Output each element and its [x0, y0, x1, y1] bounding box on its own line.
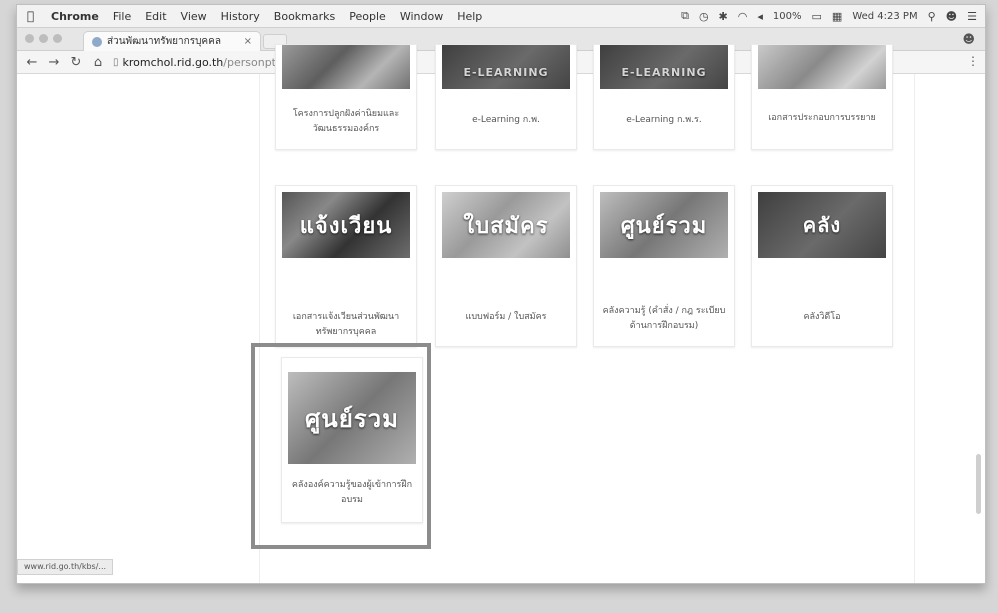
- card-lecture-documents[interactable]: เอกสารประกอบการบรรยาย: [751, 44, 893, 150]
- back-arrow-icon[interactable]: ←: [25, 55, 39, 70]
- macos-menu-bar:  Chrome File Edit View History Bookmark…: [17, 5, 985, 28]
- card-thumbnail: ศูนย์รวม: [600, 192, 728, 258]
- battery-icon[interactable]: ▭: [812, 10, 822, 23]
- chrome-menu-icon[interactable]: ⋮: [967, 54, 979, 68]
- spotlight-icon[interactable]: ⚲: [928, 10, 936, 23]
- menu-view[interactable]: View: [181, 10, 207, 23]
- menu-clock[interactable]: Wed 4:23 PM: [852, 11, 917, 22]
- card-thumbnail: [758, 45, 886, 89]
- card-thumbnail: คลัง: [758, 192, 886, 258]
- thumbnail-caption: แจ้งเวียน: [299, 213, 393, 239]
- minimize-window-button[interactable]: [39, 34, 48, 43]
- card-thumbnail: E-LEARNING: [442, 45, 570, 89]
- home-icon[interactable]: ⌂: [91, 55, 105, 70]
- vertical-scrollbar[interactable]: [976, 454, 981, 514]
- card-forms-applications[interactable]: ใบสมัคร แบบฟอร์ม / ใบสมัคร: [435, 185, 577, 347]
- menu-help[interactable]: Help: [457, 10, 482, 23]
- notification-center-icon[interactable]: ☰: [967, 10, 977, 23]
- card-label: แบบฟอร์ม / ใบสมัคร: [465, 312, 547, 322]
- input-flag-icon[interactable]: ▦: [832, 10, 842, 23]
- wifi-icon[interactable]: ◠: [738, 10, 748, 23]
- user-icon[interactable]: ☻: [946, 10, 957, 23]
- window-controls: [25, 34, 62, 43]
- menu-history[interactable]: History: [221, 10, 260, 23]
- thumbnail-caption: ศูนย์รวม: [620, 213, 708, 239]
- time-machine-icon[interactable]: ◷: [699, 10, 709, 23]
- bluetooth-icon[interactable]: ✱: [719, 10, 728, 23]
- status-bar-url: www.rid.go.th/kbs/...: [17, 559, 114, 575]
- battery-percentage[interactable]: 100%: [773, 11, 802, 22]
- menu-bookmarks[interactable]: Bookmarks: [274, 10, 335, 23]
- card-label: คลังวิดีโอ: [803, 312, 841, 322]
- card-elearning-opdc[interactable]: E-LEARNING e-Learning ก.พ.ร.: [593, 44, 735, 150]
- thumbnail-caption: คลัง: [802, 213, 842, 237]
- thumbnail-caption: E-LEARNING: [463, 65, 549, 79]
- site-favicon-icon: [92, 36, 102, 47]
- web-page: โครงการปลูกฝังค่านิยมและวัฒนธรรมองค์กร E…: [17, 44, 985, 583]
- card-circular-documents[interactable]: แจ้งเวียน เอกสารแจ้งเวียนส่วนพัฒนาทรัพยา…: [275, 185, 417, 347]
- card-thumbnail: แจ้งเวียน: [282, 192, 410, 258]
- reload-icon[interactable]: ↻: [69, 55, 83, 70]
- card-thumbnail: E-LEARNING: [600, 45, 728, 89]
- url-host: kromchol.rid.go.th: [122, 55, 224, 69]
- profile-icon[interactable]: ☻: [962, 32, 975, 46]
- card-label: e-Learning ก.พ.ร.: [626, 115, 702, 125]
- tab-title: ส่วนพัฒนาทรัพยากรบุคคล: [107, 36, 221, 47]
- dropbox-icon[interactable]: ⧉: [681, 9, 689, 23]
- apple-icon[interactable]: : [27, 9, 41, 23]
- highlight-box: [251, 343, 431, 549]
- menu-extras: ⧉ ◷ ✱ ◠ ◂ 100% ▭ ▦ Wed 4:23 PM ⚲ ☻ ☰: [681, 5, 977, 27]
- volume-icon[interactable]: ◂: [757, 10, 763, 23]
- card-label: โครงการปลูกฝังค่านิยมและวัฒนธรรมองค์กร: [292, 109, 400, 134]
- card-thumbnail: [282, 45, 410, 89]
- card-label: e-Learning ก.พ.: [472, 115, 540, 125]
- menu-file[interactable]: File: [113, 10, 131, 23]
- menu-people[interactable]: People: [349, 10, 386, 23]
- screenshot-frame:  Chrome File Edit View History Bookmark…: [16, 4, 986, 584]
- card-label: เอกสารแจ้งเวียนส่วนพัฒนาทรัพยากรบุคคล: [292, 312, 400, 337]
- browser-tab[interactable]: ส่วนพัฒนาทรัพยากรบุคคล ×: [83, 31, 261, 51]
- menu-edit[interactable]: Edit: [145, 10, 166, 23]
- card-values-culture[interactable]: โครงการปลูกฝังค่านิยมและวัฒนธรรมองค์กร: [275, 44, 417, 150]
- zoom-window-button[interactable]: [53, 34, 62, 43]
- tab-close-icon[interactable]: ×: [244, 36, 252, 47]
- card-label: เอกสารประกอบการบรรยาย: [768, 113, 876, 123]
- page-info-icon[interactable]: ▯: [113, 57, 119, 68]
- card-elearning-ocsc[interactable]: E-LEARNING e-Learning ก.พ.: [435, 44, 577, 150]
- thumbnail-caption: ใบสมัคร: [463, 213, 549, 239]
- card-video-library[interactable]: คลัง คลังวิดีโอ: [751, 185, 893, 347]
- menu-window[interactable]: Window: [400, 10, 443, 23]
- menu-app-chrome[interactable]: Chrome: [51, 10, 99, 23]
- card-label: คลังความรู้ (คำสั่ง / กฎ ระเบียบด้านการฝ…: [602, 306, 726, 331]
- card-knowledge-regulations[interactable]: ศูนย์รวม คลังความรู้ (คำสั่ง / กฎ ระเบีย…: [593, 185, 735, 347]
- card-thumbnail: ใบสมัคร: [442, 192, 570, 258]
- thumbnail-caption: E-LEARNING: [621, 65, 707, 79]
- close-window-button[interactable]: [25, 34, 34, 43]
- forward-arrow-icon[interactable]: →: [47, 55, 61, 70]
